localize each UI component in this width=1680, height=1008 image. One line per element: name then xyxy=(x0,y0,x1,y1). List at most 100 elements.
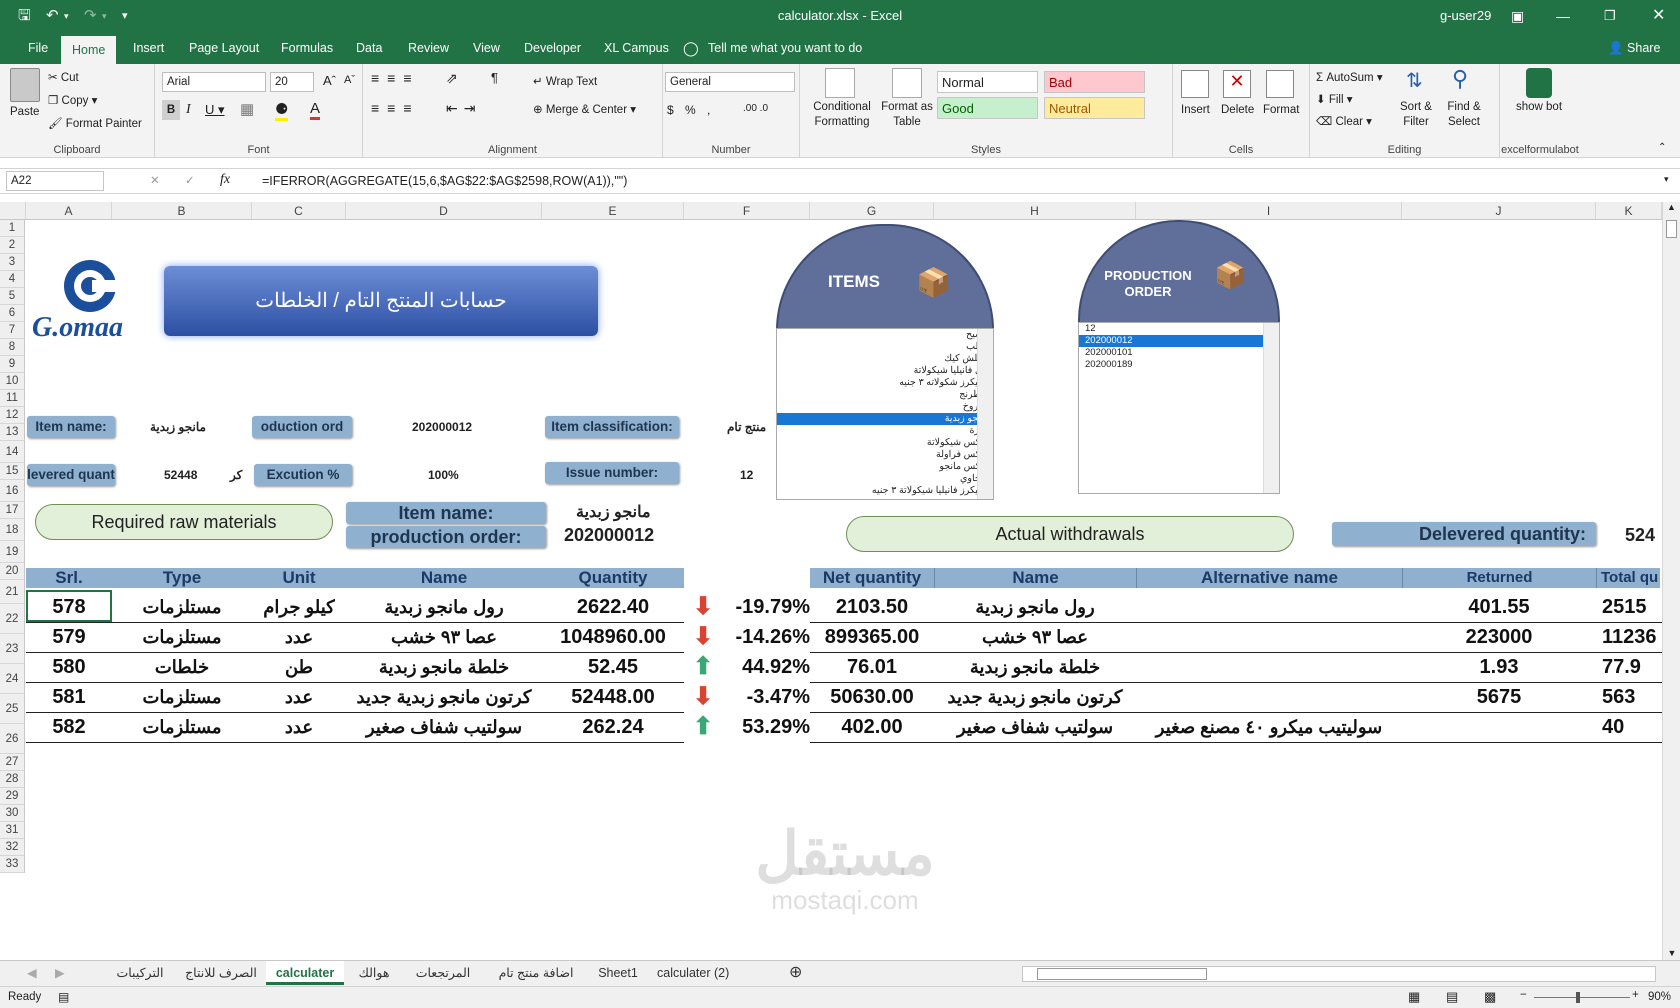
number-format-box[interactable]: General xyxy=(665,72,795,92)
scroll-thumb[interactable] xyxy=(1666,220,1677,238)
cell-percent[interactable]: 44.92% xyxy=(718,652,810,682)
cell-qty[interactable]: 1048960.00 xyxy=(542,622,684,652)
find-select-button[interactable]: Find & Select xyxy=(1442,100,1486,130)
cell-type[interactable]: مستلزمات xyxy=(112,592,252,622)
style-bad[interactable]: Bad xyxy=(1044,71,1145,93)
decimal-icons[interactable]: .00 .0 xyxy=(743,103,768,114)
items-list-option[interactable]: سنيكرز فانيليا شيكولاتة ٣ جنيه xyxy=(777,485,993,497)
scroll-up-icon[interactable]: ▲ xyxy=(1663,202,1680,212)
cell-unit[interactable]: عدد xyxy=(252,622,346,652)
items-list-option[interactable]: ميكس شيكولاتة xyxy=(777,437,993,449)
cell-ret[interactable]: 5675 xyxy=(1402,682,1596,712)
row-header[interactable]: 32 xyxy=(0,839,25,856)
font-name-box[interactable]: Arial xyxy=(162,72,266,92)
show-bot-button[interactable]: show bot xyxy=(1512,100,1566,115)
cell-ret[interactable]: 401.55 xyxy=(1402,592,1596,622)
row-header[interactable]: 30 xyxy=(0,805,25,822)
close-icon[interactable]: ✕ xyxy=(1652,0,1665,32)
sheet-tab[interactable]: التركيبات xyxy=(104,961,176,985)
user-name[interactable]: g-user29 xyxy=(1440,0,1491,32)
row-header[interactable]: 2 xyxy=(0,237,25,254)
ribbon-display-icon[interactable]: ▣ xyxy=(1511,0,1524,32)
horizontal-align-icons[interactable]: ≡≡≡ xyxy=(371,100,420,116)
redo-icon[interactable]: ↷ xyxy=(84,0,97,32)
paste-icon[interactable] xyxy=(10,68,40,102)
cell-type[interactable]: مستلزمات xyxy=(112,712,252,742)
vertical-scrollbar[interactable]: ▲ ▼ xyxy=(1662,202,1680,960)
row-header[interactable]: 25 xyxy=(0,694,25,724)
row-header[interactable]: 21 xyxy=(0,580,25,604)
row-header[interactable]: 5 xyxy=(0,288,25,305)
format-as-table-button[interactable]: Format as Table xyxy=(878,100,936,130)
cell-total[interactable]: 40 xyxy=(1596,712,1662,742)
clear-button[interactable]: ⌫ Clear ▾ xyxy=(1316,114,1372,128)
cell-qty[interactable]: 52.45 xyxy=(542,652,684,682)
scroll-down-icon[interactable]: ▼ xyxy=(1663,948,1680,958)
tab-home[interactable]: Home xyxy=(61,36,117,64)
items-list-option[interactable]: سنيكرز شكولاته ٣ جنيه xyxy=(777,377,993,389)
row-header[interactable]: 23 xyxy=(0,634,25,664)
fill-color-icon[interactable]: ⚈ xyxy=(275,100,289,121)
column-header[interactable]: K xyxy=(1596,202,1662,220)
insert-function-icon[interactable]: fx xyxy=(220,172,230,188)
row-header[interactable]: 6 xyxy=(0,305,25,322)
cell-name[interactable]: خلطة مانجو زبدية xyxy=(934,652,1136,682)
style-neutral[interactable]: Neutral xyxy=(1044,97,1145,119)
undo-dropdown-icon[interactable]: ▾ xyxy=(64,0,69,32)
items-list-option[interactable]: ميكس فراولة xyxy=(777,449,993,461)
h-scroll-thumb[interactable] xyxy=(1037,968,1207,980)
sheet-tab[interactable]: الصرف للانتاج xyxy=(178,961,264,985)
items-list-scrollbar[interactable] xyxy=(977,329,993,499)
cell-net[interactable]: 2103.50 xyxy=(810,592,934,622)
row-header[interactable]: 3 xyxy=(0,254,25,271)
tab-page-layout[interactable]: Page Layout xyxy=(178,32,270,64)
cut-button[interactable]: ✂ Cut xyxy=(48,70,79,84)
grow-font-icon[interactable]: Aˆ xyxy=(323,73,336,88)
normal-view-icon[interactable]: ▦ xyxy=(1408,989,1420,1005)
row-header[interactable]: 19 xyxy=(0,541,25,563)
order-list-option[interactable]: 202000189 xyxy=(1079,359,1279,371)
row-header[interactable]: 9 xyxy=(0,356,25,373)
undo-icon[interactable]: ↶ xyxy=(46,0,59,32)
zoom-slider[interactable] xyxy=(1534,992,1630,1003)
tab-data[interactable]: Data xyxy=(345,32,393,64)
cell-type[interactable]: مستلزمات xyxy=(112,622,252,652)
column-header[interactable]: F xyxy=(684,202,810,220)
row-header[interactable]: 31 xyxy=(0,822,25,839)
row-header[interactable]: 7 xyxy=(0,322,25,339)
sort-filter-icon[interactable]: ⇅ xyxy=(1406,68,1423,93)
macro-record-icon[interactable]: ▤ xyxy=(58,990,69,1004)
order-listbox[interactable]: 12 202000012 202000101 202000189 xyxy=(1078,322,1280,494)
delete-cells-button[interactable]: Delete xyxy=(1221,104,1254,116)
row-header[interactable]: 17 xyxy=(0,502,25,519)
format-cells-button[interactable]: Format xyxy=(1263,104,1299,116)
font-size-box[interactable]: 20 xyxy=(270,72,314,92)
tab-developer[interactable]: Developer xyxy=(513,32,592,64)
cell-srl[interactable]: 581 xyxy=(26,682,112,712)
row-header[interactable]: 26 xyxy=(0,724,25,754)
collapse-ribbon-icon[interactable]: ⌃ xyxy=(1658,142,1666,153)
cell-unit[interactable]: طن xyxy=(252,652,346,682)
row-header[interactable]: 13 xyxy=(0,424,25,441)
cell-name[interactable]: رول مانجو زبدية xyxy=(934,592,1136,622)
cell-percent[interactable]: -3.47% xyxy=(718,682,810,712)
cell-total[interactable]: 11236 xyxy=(1596,622,1662,652)
cell-name[interactable]: سولتيب شفاف صغير xyxy=(934,712,1136,742)
row-header[interactable]: 11 xyxy=(0,390,25,407)
row-header[interactable]: 12 xyxy=(0,407,25,424)
sheet-tab[interactable]: calculater xyxy=(266,961,344,985)
tab-insert[interactable]: Insert xyxy=(122,32,175,64)
cell-name[interactable]: كرتون مانجو زبدية جديد xyxy=(934,682,1136,712)
cell-alt[interactable] xyxy=(1136,652,1402,682)
cell-unit[interactable]: عدد xyxy=(252,682,346,712)
cell-qty[interactable]: 262.24 xyxy=(542,712,684,742)
new-sheet-icon[interactable]: ⊕ xyxy=(782,961,809,985)
format-cells-icon[interactable] xyxy=(1266,70,1294,98)
bold-icon[interactable]: B xyxy=(162,100,180,120)
cell-percent[interactable]: 53.29% xyxy=(718,712,810,742)
row-header[interactable]: 27 xyxy=(0,754,25,771)
items-list-option[interactable]: انجلش كيك xyxy=(777,353,993,365)
style-normal[interactable]: Normal xyxy=(937,71,1038,93)
order-list-option[interactable]: 202000101 xyxy=(1079,347,1279,359)
column-header[interactable]: I xyxy=(1136,202,1402,220)
